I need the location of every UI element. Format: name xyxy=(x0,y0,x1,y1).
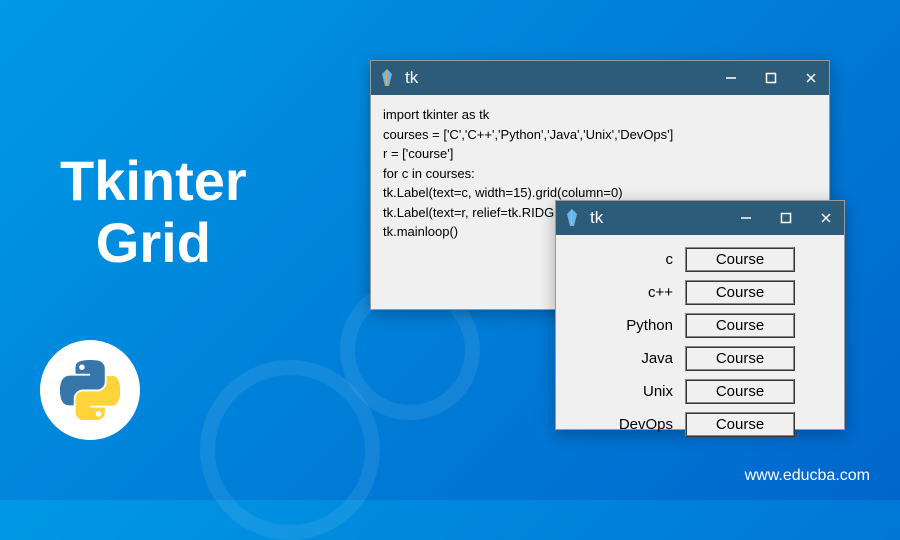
grid-value: Course xyxy=(685,379,795,404)
output-window-titlebar: tk xyxy=(556,201,844,235)
grid-label: c xyxy=(605,251,685,268)
minimize-button[interactable] xyxy=(736,208,756,228)
output-window: tk c Course c++ Course Python Course J xyxy=(555,200,845,430)
maximize-button[interactable] xyxy=(776,208,796,228)
title-line-2: Grid xyxy=(60,212,247,274)
code-line: import tkinter as tk xyxy=(383,105,817,125)
code-window-titlebar: tk xyxy=(371,61,829,95)
grid-value: Course xyxy=(685,247,795,272)
page-title: Tkinter Grid xyxy=(60,150,247,273)
grid-row: c++ Course xyxy=(576,280,824,305)
code-line: for c in courses: xyxy=(383,164,817,184)
grid-value: Course xyxy=(685,412,795,437)
tk-feather-icon xyxy=(564,208,580,228)
website-url: www.educba.com xyxy=(745,467,870,485)
code-window-title: tk xyxy=(405,68,721,88)
output-window-body: c Course c++ Course Python Course Java C… xyxy=(556,235,844,457)
title-line-1: Tkinter xyxy=(60,150,247,212)
minimize-button[interactable] xyxy=(721,68,741,88)
python-logo-icon xyxy=(60,360,120,420)
grid-row: c Course xyxy=(576,247,824,272)
tk-feather-icon xyxy=(379,68,395,88)
grid-value: Course xyxy=(685,280,795,305)
grid-row: Unix Course xyxy=(576,379,824,404)
maximize-button[interactable] xyxy=(761,68,781,88)
close-button[interactable] xyxy=(801,68,821,88)
grid-label: Unix xyxy=(605,383,685,400)
grid-label: DevOps xyxy=(605,416,685,433)
close-button[interactable] xyxy=(816,208,836,228)
grid-row: Python Course xyxy=(576,313,824,338)
code-window-controls xyxy=(721,68,821,88)
grid-label: Python xyxy=(605,317,685,334)
python-logo-badge xyxy=(40,340,140,440)
output-window-title: tk xyxy=(590,208,736,228)
grid-row: Java Course xyxy=(576,346,824,371)
grid-value: Course xyxy=(685,346,795,371)
grid-label: c++ xyxy=(605,284,685,301)
output-window-controls xyxy=(736,208,836,228)
code-line: courses = ['C','C++','Python','Java','Un… xyxy=(383,125,817,145)
grid-row: DevOps Course xyxy=(576,412,824,437)
grid-label: Java xyxy=(605,350,685,367)
grid-value: Course xyxy=(685,313,795,338)
code-line: r = ['course'] xyxy=(383,144,817,164)
